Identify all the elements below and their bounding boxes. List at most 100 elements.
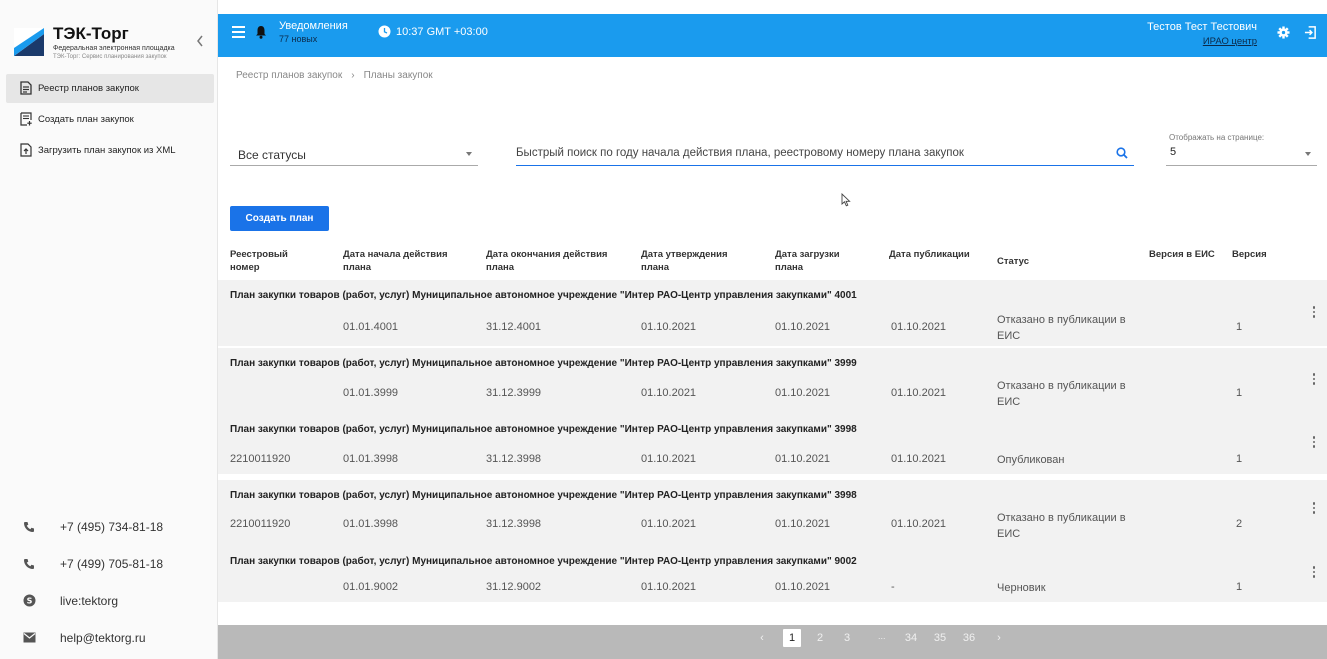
more-vert-icon[interactable] [1311,373,1317,387]
cell-start-date: 01.01.3998 [343,518,399,530]
pagination-page-2[interactable]: 2 [811,629,829,647]
cell-reg-number: 2210011920 [230,518,291,530]
status-badge: Отказано в публикации в ЕИС [997,314,1126,342]
cell-version: 1 [1236,581,1243,593]
column-header-eis-version[interactable]: Версия в ЕИС [1149,248,1219,261]
cell-loaded-date: 01.10.2021 [775,387,831,399]
sidebar: ТЭК-Торг Федеральная электронная площадк… [0,0,218,659]
phone-icon [22,520,36,534]
cell-loaded-date: 01.10.2021 [775,453,831,465]
status-badge: Отказано в публикации в ЕИС [997,380,1126,408]
column-header-version[interactable]: Версия [1232,248,1292,261]
more-vert-icon[interactable] [1311,502,1317,516]
contact-skype[interactable]: S live:tektorg [0,582,218,619]
cell-start-date: 01.01.9002 [343,581,399,593]
contact-text: +7 (495) 734-81-18 [60,519,164,534]
cell-loaded-date: 01.10.2021 [775,518,831,530]
pagination-page-34[interactable]: 34 [902,629,920,647]
column-header-loaded-date[interactable]: Дата загрузки плана [775,248,865,274]
table-row[interactable]: План закупки товаров (работ, услуг) Муни… [218,348,1327,414]
tektorg-logo-icon [14,28,44,56]
cell-published-date: 01.10.2021 [891,387,947,399]
plan-title: План закупки товаров (работ, услуг) Муни… [230,290,857,301]
cell-approved-date: 01.10.2021 [641,453,697,465]
menu-icon[interactable] [232,26,245,38]
mouse-cursor-icon [841,193,851,207]
caret-down-icon [466,152,472,156]
sidebar-item-label: Создать план закупок [38,114,134,125]
chevron-left-icon [197,35,203,47]
brand-subsubtitle: ТЭК-Торг: Сервис планирования закупок [53,54,167,60]
breadcrumb: Реестр планов закупок › Планы закупок [236,70,433,81]
brand-subtitle: Федеральная электронная площадка [53,45,175,52]
column-header-end-date[interactable]: Дата окончания действия плана [486,248,616,274]
plan-title: План закупки товаров (работ, услуг) Муни… [230,358,857,369]
bell-icon[interactable] [255,25,267,39]
cell-approved-date: 01.10.2021 [641,581,697,593]
cell-approved-date: 01.10.2021 [641,387,697,399]
gear-icon[interactable] [1277,26,1290,39]
sidebar-item-label: Загрузить план закупок из XML [38,145,176,156]
more-vert-icon[interactable] [1311,436,1317,450]
table-row[interactable]: План закупки товаров (работ, услуг) Муни… [218,480,1327,546]
column-header-start-date[interactable]: Дата начала действия плана [343,248,463,274]
pagination-page-1[interactable]: 1 [783,629,801,647]
search-field [516,142,1134,166]
collapse-sidebar-button[interactable] [195,34,209,50]
notifications-count: 77 новых [279,34,318,44]
sidebar-item-plans-registry[interactable]: Реестр планов закупок [6,74,214,103]
create-plan-button[interactable]: Создать план [230,206,329,231]
cell-published-date: 01.10.2021 [891,518,947,530]
pagination-next-button[interactable]: › [990,629,1008,647]
pagination-prev-button[interactable]: ‹ [753,629,771,647]
contact-email[interactable]: help@tektorg.ru [0,619,218,656]
per-page-select[interactable]: 5 [1166,142,1317,166]
pagination-page-3[interactable]: 3 [838,629,856,647]
pagination-page-35[interactable]: 35 [931,629,949,647]
status-filter-value: Все статусы [238,148,306,162]
pagination-page-36[interactable]: 36 [960,629,978,647]
document-upload-icon [20,143,32,157]
sidebar-item-upload-xml[interactable]: Загрузить план закупок из XML [6,136,214,165]
cell-published-date: 01.10.2021 [891,321,947,333]
column-header-status[interactable]: Статус [997,255,1077,268]
per-page-label: Отображать на странице: [1169,133,1265,142]
plan-title: План закупки товаров (работ, услуг) Муни… [230,424,857,435]
sidebar-item-create-plan[interactable]: Создать план закупок [6,105,214,134]
status-filter-select[interactable]: Все статусы [230,142,478,166]
cell-approved-date: 01.10.2021 [641,518,697,530]
cell-approved-date: 01.10.2021 [641,321,697,333]
table-row[interactable]: План закупки товаров (работ, услуг) Муни… [218,414,1327,474]
contact-text: live:tektorg [60,593,119,608]
clock-icon [378,25,391,38]
more-vert-icon[interactable] [1311,306,1317,320]
table-row[interactable]: План закупки товаров (работ, услуг) Муни… [218,280,1327,346]
column-header-published-date[interactable]: Дата публикации [889,248,989,261]
phone-icon [22,557,36,571]
cell-version: 1 [1236,321,1243,333]
mail-icon [22,631,36,645]
status-badge: Черновик [997,582,1046,594]
contact-phone-1[interactable]: +7 (495) 734-81-18 [0,508,218,545]
cell-start-date: 01.01.4001 [343,321,399,333]
column-header-reg-number[interactable]: Реестровый номер [230,248,315,274]
contact-text: help@tektorg.ru [60,630,146,645]
cell-loaded-date: 01.10.2021 [775,321,831,333]
cell-reg-number: 2210011920 [230,453,291,465]
logout-icon[interactable] [1304,26,1317,39]
cell-end-date: 31.12.9002 [486,581,542,593]
contact-phone-2[interactable]: +7 (499) 705-81-18 [0,545,218,582]
table-row[interactable]: План закупки товаров (работ, услуг) Муни… [218,546,1327,602]
notifications-label[interactable]: Уведомления [279,20,348,32]
cell-end-date: 31.12.3999 [486,387,542,399]
user-org-link[interactable]: ИРАО центр [1203,36,1257,47]
cell-published-date: - [891,581,895,593]
search-icon[interactable] [1116,147,1128,159]
more-vert-icon[interactable] [1311,566,1317,580]
column-header-approved-date[interactable]: Дата утверждения плана [641,248,746,274]
search-input[interactable] [516,144,1106,162]
breadcrumb-item-registry[interactable]: Реестр планов закупок [236,70,342,81]
breadcrumb-item-current: Планы закупок [363,70,433,81]
cell-version: 2 [1236,518,1243,530]
status-badge: Опубликован [997,454,1065,466]
